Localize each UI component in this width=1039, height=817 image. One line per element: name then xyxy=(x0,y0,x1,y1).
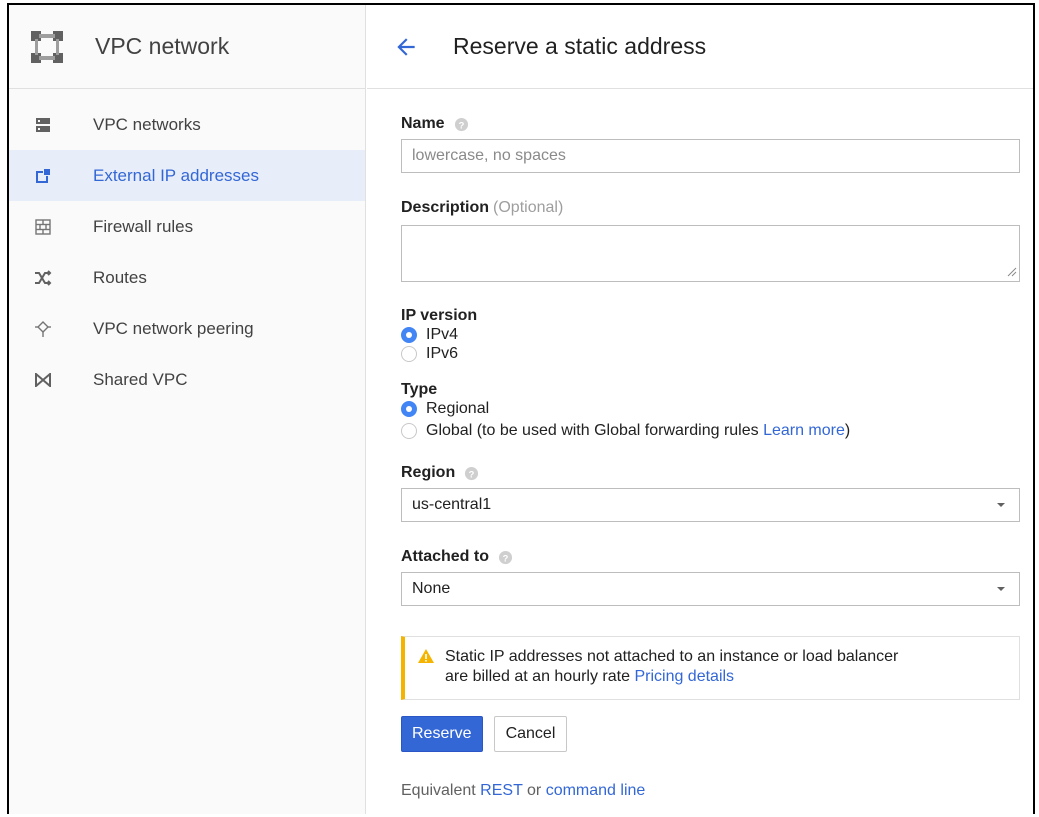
svg-text:?: ? xyxy=(503,553,509,563)
ip-version-label-text: IP version xyxy=(401,307,478,324)
sidebar-item-external-ip-addresses[interactable]: External IP addresses xyxy=(9,150,365,201)
peering-icon xyxy=(33,319,53,339)
radio-label: IPv6 xyxy=(426,344,459,362)
name-input[interactable] xyxy=(401,139,1020,173)
reserve-button[interactable]: Reserve xyxy=(401,716,483,752)
reserve-address-form: Name ? Description (Optional) IP version… xyxy=(401,115,1021,800)
rest-link[interactable]: REST xyxy=(480,782,522,799)
optional-tag: (Optional) xyxy=(493,199,564,216)
sidebar-item-routes[interactable]: Routes xyxy=(9,252,365,303)
description-label: Description (Optional) xyxy=(401,199,1021,217)
pricing-details-link[interactable]: Pricing details xyxy=(634,668,734,685)
radio-global[interactable]: Global (to be used with Global forwardin… xyxy=(401,421,1021,440)
radio-label: Regional xyxy=(426,399,490,417)
sidebar-item-label: Routes xyxy=(93,267,147,287)
global-label-suffix: ) xyxy=(844,421,851,439)
sidebar-nav: VPC networks External IP addresses Firew… xyxy=(9,89,365,405)
sidebar-item-shared-vpc[interactable]: Shared VPC xyxy=(9,354,365,405)
routes-icon xyxy=(33,268,53,288)
equivalent-prefix: Equivalent xyxy=(401,782,481,799)
command-line-link[interactable]: command line xyxy=(546,782,646,799)
attached-to-label-text: Attached to xyxy=(401,548,489,565)
name-label-text: Name xyxy=(401,115,445,132)
help-icon[interactable]: ? xyxy=(498,550,513,565)
warning-icon xyxy=(418,649,434,663)
app-frame: VPC network VPC networks External IP add… xyxy=(7,3,1035,814)
warning-line-2-text: are billed at an hourly rate xyxy=(445,668,635,685)
warning-line-2: are billed at an hourly rate Pricing det… xyxy=(445,667,898,687)
ip-version-label: IP version xyxy=(401,307,1021,325)
svg-text:?: ? xyxy=(458,120,464,130)
cancel-button[interactable]: Cancel xyxy=(493,716,568,752)
sidebar-item-firewall-rules[interactable]: Firewall rules xyxy=(9,201,365,252)
page-header: Reserve a static address xyxy=(367,5,1033,89)
vpc-network-logo-icon xyxy=(31,30,63,63)
type-label-text: Type xyxy=(401,381,438,398)
radio-button[interactable] xyxy=(401,422,417,439)
main-panel: Reserve a static address Name ? Descript… xyxy=(367,5,1033,814)
attached-to-select-value: None xyxy=(412,580,451,597)
global-label-text: Global (to be used with Global forwardin… xyxy=(426,421,764,439)
name-label: Name ? xyxy=(401,115,1021,133)
sidebar-item-vpc-networks[interactable]: VPC networks xyxy=(9,99,365,150)
billing-warning: Static IP addresses not attached to an i… xyxy=(401,636,1020,700)
radio-button-checked[interactable] xyxy=(401,400,417,417)
sidebar-item-label: VPC network peering xyxy=(93,318,254,338)
back-arrow-icon[interactable] xyxy=(393,34,419,60)
attached-to-label: Attached to ? xyxy=(401,548,1021,566)
radio-label: Global (to be used with Global forwardin… xyxy=(426,422,850,440)
radio-ipv4[interactable]: IPv4 xyxy=(401,325,1021,344)
description-wrapper xyxy=(401,217,1021,287)
page-title: Reserve a static address xyxy=(453,33,707,59)
sidebar-item-vpc-network-peering[interactable]: VPC network peering xyxy=(9,303,365,354)
product-title: VPC network xyxy=(95,33,230,59)
sidebar-item-label: VPC networks xyxy=(93,114,201,134)
equivalent-links: Equivalent REST or command line xyxy=(401,782,1021,800)
attached-to-select[interactable]: None xyxy=(401,572,1020,606)
equivalent-or: or xyxy=(522,782,546,799)
region-select-value: us-central1 xyxy=(412,496,492,513)
radio-button-checked[interactable] xyxy=(401,326,417,343)
external-ip-icon xyxy=(33,166,53,186)
region-select[interactable]: us-central1 xyxy=(401,488,1020,522)
description-label-text: Description xyxy=(401,199,490,216)
vpc-networks-icon xyxy=(33,115,53,135)
help-icon[interactable]: ? xyxy=(464,466,479,481)
sidebar-item-label: Firewall rules xyxy=(93,216,194,236)
region-label: Region ? xyxy=(401,464,1021,482)
help-icon[interactable]: ? xyxy=(454,117,469,132)
sidebar: VPC network VPC networks External IP add… xyxy=(9,5,366,814)
warning-text: Static IP addresses not attached to an i… xyxy=(445,647,898,687)
form-actions: Reserve Cancel xyxy=(401,716,1021,752)
radio-ipv6[interactable]: IPv6 xyxy=(401,344,1021,363)
svg-text:?: ? xyxy=(469,469,475,479)
sidebar-header: VPC network xyxy=(9,5,365,89)
dropdown-caret-icon xyxy=(997,503,1005,507)
radio-button[interactable] xyxy=(401,345,417,362)
learn-more-link[interactable]: Learn more xyxy=(763,422,845,439)
shared-vpc-icon xyxy=(33,370,53,390)
resize-grip-icon[interactable] xyxy=(1007,267,1017,277)
radio-regional[interactable]: Regional xyxy=(401,399,1021,418)
type-label: Type xyxy=(401,381,1021,399)
radio-label: IPv4 xyxy=(426,325,459,343)
sidebar-item-label: Shared VPC xyxy=(93,369,188,389)
dropdown-caret-icon xyxy=(997,587,1005,591)
description-textarea[interactable] xyxy=(401,225,1020,282)
sidebar-item-label: External IP addresses xyxy=(93,165,259,185)
firewall-icon xyxy=(33,217,53,237)
region-label-text: Region xyxy=(401,464,456,481)
warning-line-1: Static IP addresses not attached to an i… xyxy=(445,648,899,665)
